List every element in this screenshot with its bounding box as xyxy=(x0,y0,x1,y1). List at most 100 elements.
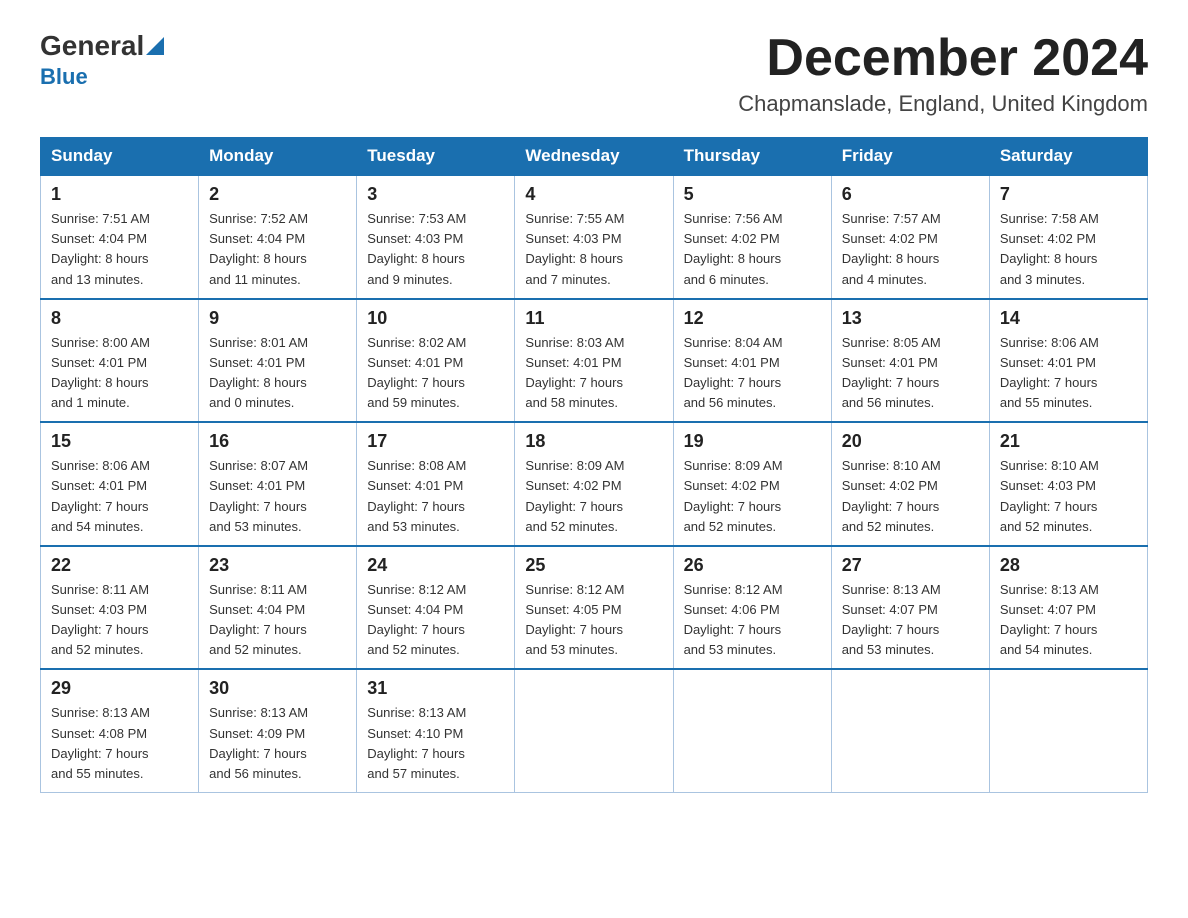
calendar-cell: 13 Sunrise: 8:05 AM Sunset: 4:01 PM Dayli… xyxy=(831,299,989,423)
day-number: 29 xyxy=(51,678,188,699)
day-info: Sunrise: 8:04 AM Sunset: 4:01 PM Dayligh… xyxy=(684,333,821,414)
day-number: 13 xyxy=(842,308,979,329)
day-info: Sunrise: 8:08 AM Sunset: 4:01 PM Dayligh… xyxy=(367,456,504,537)
calendar-cell: 18 Sunrise: 8:09 AM Sunset: 4:02 PM Dayli… xyxy=(515,422,673,546)
page-header: General Blue December 2024 Chapmanslade,… xyxy=(40,30,1148,117)
day-number: 28 xyxy=(1000,555,1137,576)
day-number: 14 xyxy=(1000,308,1137,329)
day-info: Sunrise: 8:03 AM Sunset: 4:01 PM Dayligh… xyxy=(525,333,662,414)
day-number: 8 xyxy=(51,308,188,329)
day-number: 11 xyxy=(525,308,662,329)
calendar-cell: 28Sunrise: 8:13 AM Sunset: 4:07 PM Dayli… xyxy=(989,546,1147,670)
calendar-cell: 7 Sunrise: 7:58 AM Sunset: 4:02 PM Daylig… xyxy=(989,175,1147,299)
calendar-cell: 17Sunrise: 8:08 AM Sunset: 4:01 PM Dayli… xyxy=(357,422,515,546)
day-info: Sunrise: 8:13 AM Sunset: 4:10 PM Dayligh… xyxy=(367,703,504,784)
day-number: 23 xyxy=(209,555,346,576)
day-info: Sunrise: 8:09 AM Sunset: 4:02 PM Dayligh… xyxy=(525,456,662,537)
day-number: 27 xyxy=(842,555,979,576)
calendar-cell: 14 Sunrise: 8:06 AM Sunset: 4:01 PM Dayli… xyxy=(989,299,1147,423)
day-info: Sunrise: 7:56 AM Sunset: 4:02 PM Dayligh… xyxy=(684,209,821,290)
calendar-cell: 5 Sunrise: 7:56 AM Sunset: 4:02 PM Daylig… xyxy=(673,175,831,299)
day-info: Sunrise: 8:10 AM Sunset: 4:03 PM Dayligh… xyxy=(1000,456,1137,537)
calendar-cell: 25 Sunrise: 8:12 AM Sunset: 4:05 PM Dayli… xyxy=(515,546,673,670)
day-info: Sunrise: 7:57 AM Sunset: 4:02 PM Dayligh… xyxy=(842,209,979,290)
day-number: 10 xyxy=(367,308,504,329)
day-info: Sunrise: 8:06 AM Sunset: 4:01 PM Dayligh… xyxy=(1000,333,1137,414)
day-number: 19 xyxy=(684,431,821,452)
column-header-tuesday: Tuesday xyxy=(357,138,515,176)
day-number: 25 xyxy=(525,555,662,576)
column-header-wednesday: Wednesday xyxy=(515,138,673,176)
logo-arrow-icon xyxy=(146,37,164,55)
calendar-cell: 27Sunrise: 8:13 AM Sunset: 4:07 PM Dayli… xyxy=(831,546,989,670)
calendar-cell: 3 Sunrise: 7:53 AM Sunset: 4:03 PM Daylig… xyxy=(357,175,515,299)
day-number: 16 xyxy=(209,431,346,452)
day-info: Sunrise: 8:12 AM Sunset: 4:05 PM Dayligh… xyxy=(525,580,662,661)
day-info: Sunrise: 8:05 AM Sunset: 4:01 PM Dayligh… xyxy=(842,333,979,414)
logo: General Blue xyxy=(40,30,164,90)
logo-blue-text: Blue xyxy=(40,64,88,90)
calendar-cell: 2 Sunrise: 7:52 AM Sunset: 4:04 PM Daylig… xyxy=(199,175,357,299)
calendar-cell xyxy=(515,669,673,792)
calendar-cell: 4Sunrise: 7:55 AM Sunset: 4:03 PM Daylig… xyxy=(515,175,673,299)
day-info: Sunrise: 8:13 AM Sunset: 4:09 PM Dayligh… xyxy=(209,703,346,784)
calendar-cell xyxy=(831,669,989,792)
calendar-table: SundayMondayTuesdayWednesdayThursdayFrid… xyxy=(40,137,1148,793)
calendar-week-row: 15 Sunrise: 8:06 AM Sunset: 4:01 PM Dayli… xyxy=(41,422,1148,546)
day-info: Sunrise: 7:52 AM Sunset: 4:04 PM Dayligh… xyxy=(209,209,346,290)
calendar-week-row: 1 Sunrise: 7:51 AM Sunset: 4:04 PM Daylig… xyxy=(41,175,1148,299)
calendar-cell: 20Sunrise: 8:10 AM Sunset: 4:02 PM Dayli… xyxy=(831,422,989,546)
day-number: 2 xyxy=(209,184,346,205)
day-number: 1 xyxy=(51,184,188,205)
calendar-cell: 9Sunrise: 8:01 AM Sunset: 4:01 PM Daylig… xyxy=(199,299,357,423)
day-number: 12 xyxy=(684,308,821,329)
calendar-week-row: 29Sunrise: 8:13 AM Sunset: 4:08 PM Dayli… xyxy=(41,669,1148,792)
day-info: Sunrise: 8:07 AM Sunset: 4:01 PM Dayligh… xyxy=(209,456,346,537)
day-number: 20 xyxy=(842,431,979,452)
day-number: 5 xyxy=(684,184,821,205)
calendar-cell: 10 Sunrise: 8:02 AM Sunset: 4:01 PM Dayli… xyxy=(357,299,515,423)
day-info: Sunrise: 8:00 AM Sunset: 4:01 PM Dayligh… xyxy=(51,333,188,414)
day-info: Sunrise: 7:51 AM Sunset: 4:04 PM Dayligh… xyxy=(51,209,188,290)
calendar-cell: 16 Sunrise: 8:07 AM Sunset: 4:01 PM Dayli… xyxy=(199,422,357,546)
day-number: 22 xyxy=(51,555,188,576)
calendar-header-row: SundayMondayTuesdayWednesdayThursdayFrid… xyxy=(41,138,1148,176)
day-number: 9 xyxy=(209,308,346,329)
column-header-saturday: Saturday xyxy=(989,138,1147,176)
day-number: 6 xyxy=(842,184,979,205)
day-info: Sunrise: 8:11 AM Sunset: 4:03 PM Dayligh… xyxy=(51,580,188,661)
column-header-thursday: Thursday xyxy=(673,138,831,176)
day-info: Sunrise: 7:55 AM Sunset: 4:03 PM Dayligh… xyxy=(525,209,662,290)
calendar-week-row: 8 Sunrise: 8:00 AM Sunset: 4:01 PM Daylig… xyxy=(41,299,1148,423)
calendar-cell: 12 Sunrise: 8:04 AM Sunset: 4:01 PM Dayli… xyxy=(673,299,831,423)
day-info: Sunrise: 7:58 AM Sunset: 4:02 PM Dayligh… xyxy=(1000,209,1137,290)
calendar-cell: 1 Sunrise: 7:51 AM Sunset: 4:04 PM Daylig… xyxy=(41,175,199,299)
calendar-cell: 19 Sunrise: 8:09 AM Sunset: 4:02 PM Dayli… xyxy=(673,422,831,546)
calendar-cell: 23 Sunrise: 8:11 AM Sunset: 4:04 PM Dayli… xyxy=(199,546,357,670)
calendar-cell: 8 Sunrise: 8:00 AM Sunset: 4:01 PM Daylig… xyxy=(41,299,199,423)
day-number: 7 xyxy=(1000,184,1137,205)
calendar-cell: 24Sunrise: 8:12 AM Sunset: 4:04 PM Dayli… xyxy=(357,546,515,670)
day-number: 18 xyxy=(525,431,662,452)
column-header-friday: Friday xyxy=(831,138,989,176)
calendar-cell: 11 Sunrise: 8:03 AM Sunset: 4:01 PM Dayli… xyxy=(515,299,673,423)
day-info: Sunrise: 8:09 AM Sunset: 4:02 PM Dayligh… xyxy=(684,456,821,537)
month-title: December 2024 xyxy=(738,30,1148,87)
day-info: Sunrise: 8:12 AM Sunset: 4:06 PM Dayligh… xyxy=(684,580,821,661)
title-section: December 2024 Chapmanslade, England, Uni… xyxy=(738,30,1148,117)
day-number: 21 xyxy=(1000,431,1137,452)
day-number: 30 xyxy=(209,678,346,699)
column-header-monday: Monday xyxy=(199,138,357,176)
column-header-sunday: Sunday xyxy=(41,138,199,176)
day-info: Sunrise: 8:12 AM Sunset: 4:04 PM Dayligh… xyxy=(367,580,504,661)
day-number: 15 xyxy=(51,431,188,452)
calendar-cell: 29Sunrise: 8:13 AM Sunset: 4:08 PM Dayli… xyxy=(41,669,199,792)
day-info: Sunrise: 8:06 AM Sunset: 4:01 PM Dayligh… xyxy=(51,456,188,537)
day-info: Sunrise: 8:02 AM Sunset: 4:01 PM Dayligh… xyxy=(367,333,504,414)
day-info: Sunrise: 7:53 AM Sunset: 4:03 PM Dayligh… xyxy=(367,209,504,290)
day-info: Sunrise: 8:11 AM Sunset: 4:04 PM Dayligh… xyxy=(209,580,346,661)
calendar-cell: 30 Sunrise: 8:13 AM Sunset: 4:09 PM Dayli… xyxy=(199,669,357,792)
calendar-cell: 15 Sunrise: 8:06 AM Sunset: 4:01 PM Dayli… xyxy=(41,422,199,546)
day-number: 3 xyxy=(367,184,504,205)
location-text: Chapmanslade, England, United Kingdom xyxy=(738,91,1148,117)
